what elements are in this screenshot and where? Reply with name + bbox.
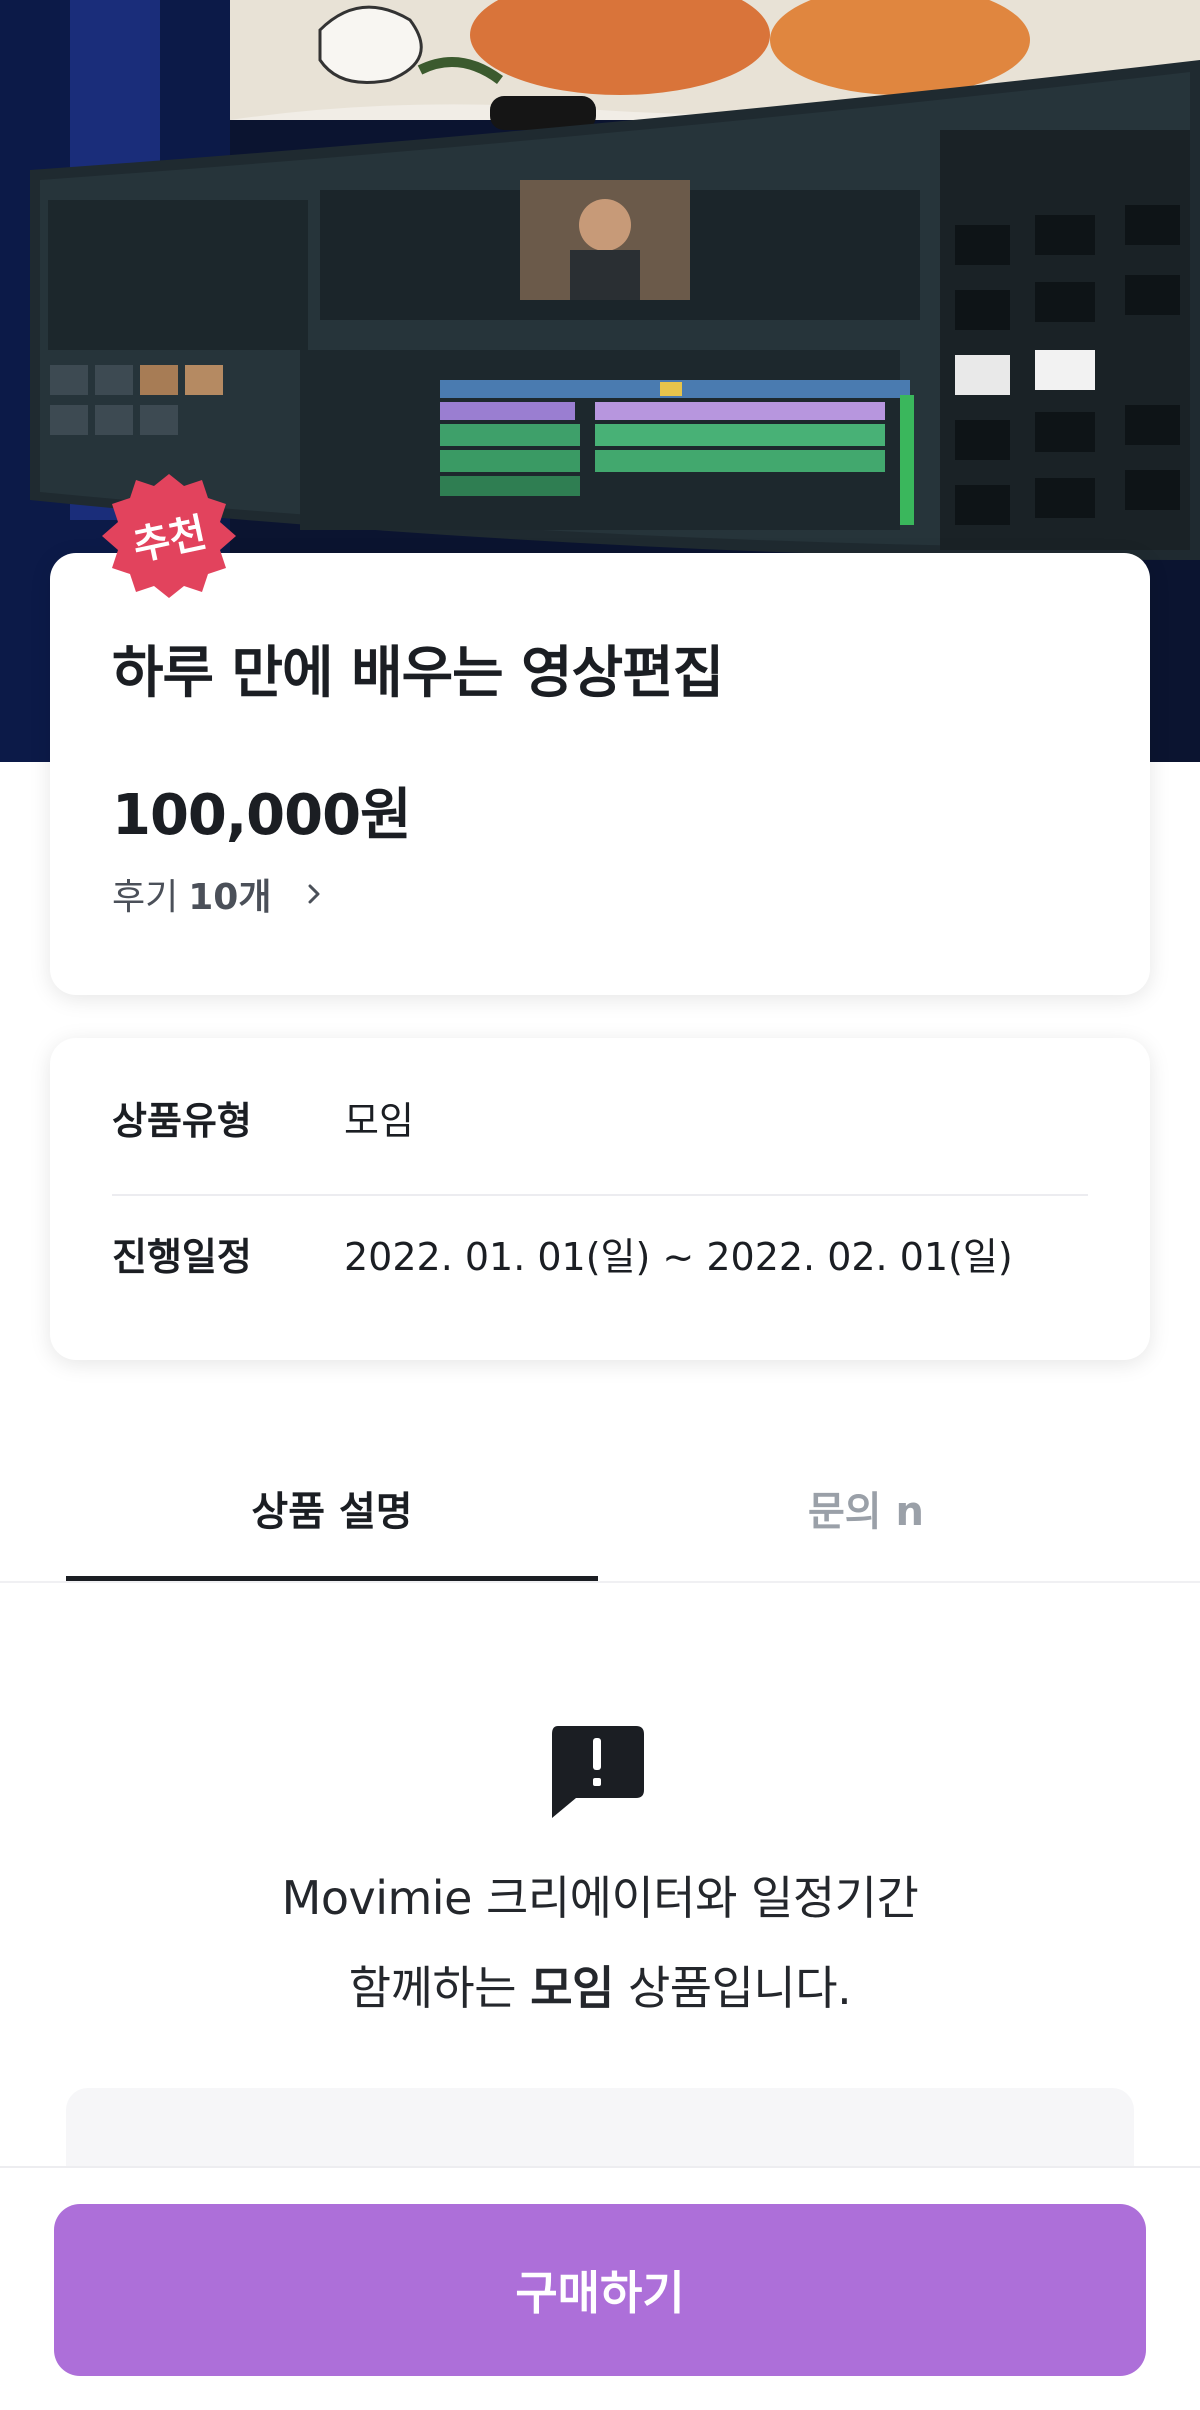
description-line-2-post: 상품입니다.	[613, 1961, 852, 2015]
reviews-link[interactable]: 후기 10개	[112, 872, 325, 918]
info-divider	[112, 1194, 1088, 1196]
info-label-schedule: 진행일정	[112, 1234, 252, 1279]
description-line-2-bold: 모임	[530, 1961, 614, 2015]
buy-button[interactable]: 구매하기	[54, 2204, 1146, 2376]
tab-inquiry[interactable]: 문의 n	[600, 1438, 1132, 1578]
content-tabs: 상품 설명 문의 n	[0, 1438, 1200, 1584]
product-info-card: 상품유형 모임 진행일정 2022. 01. 01(일) ~ 2022. 02.…	[50, 1038, 1150, 1360]
recommend-badge: 추천	[94, 470, 244, 602]
reviews-label: 후기	[112, 877, 179, 918]
info-row-type: 상품유형 모임	[112, 1092, 414, 1143]
description-line-1: Movimie 크리에이터와 일정기간	[281, 1871, 919, 1925]
info-row-schedule: 진행일정 2022. 01. 01(일) ~ 2022. 02. 01(일)	[112, 1228, 1013, 1279]
chevron-right-icon	[308, 884, 320, 904]
bottom-action-bar: 구매하기	[0, 2166, 1200, 2410]
reviews-count: 10개	[188, 877, 272, 918]
description-line-2-pre: 함께하는	[348, 1961, 531, 2015]
info-value-type: 모임	[344, 1098, 414, 1143]
info-label-type: 상품유형	[112, 1098, 252, 1143]
description-line-2: 함께하는 모임 상품입니다.	[0, 1952, 1200, 2018]
product-price: 100,000원	[112, 783, 412, 848]
product-title: 하루 만에 배우는 영상편집	[112, 641, 724, 706]
info-value-schedule: 2022. 01. 01(일) ~ 2022. 02. 01(일)	[344, 1234, 1013, 1279]
tabs-divider	[0, 1581, 1200, 1583]
product-detail-page: 추천 하루 만에 배우는 영상편집 100,000원 후기 10개 상품유형 모…	[0, 0, 1200, 2410]
tab-description[interactable]: 상품 설명	[66, 1438, 598, 1578]
alert-message-icon	[552, 1726, 644, 1818]
